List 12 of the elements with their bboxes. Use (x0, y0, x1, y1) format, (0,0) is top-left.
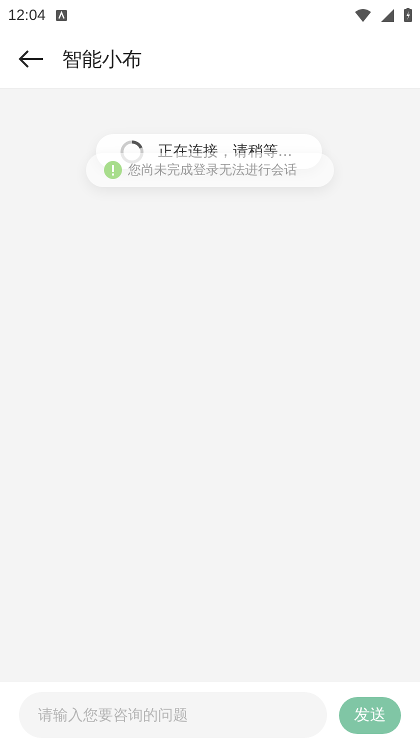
signal-icon (381, 8, 394, 22)
battery-icon (404, 8, 412, 22)
page-title: 智能小布 (62, 46, 142, 72)
send-button[interactable]: 发送 (339, 696, 401, 734)
spinner-icon (120, 140, 144, 164)
wifi-icon (355, 8, 371, 22)
back-arrow-icon[interactable] (18, 49, 44, 69)
notification-icon (56, 10, 67, 20)
clock: 12:04 (8, 6, 46, 24)
toast-message: 正在连接，请稍等... (158, 143, 292, 160)
question-field[interactable]: 请输入您要咨询的问题 (19, 692, 327, 738)
toast-message: 您尚未完成登录无法进行会话 (128, 162, 297, 178)
